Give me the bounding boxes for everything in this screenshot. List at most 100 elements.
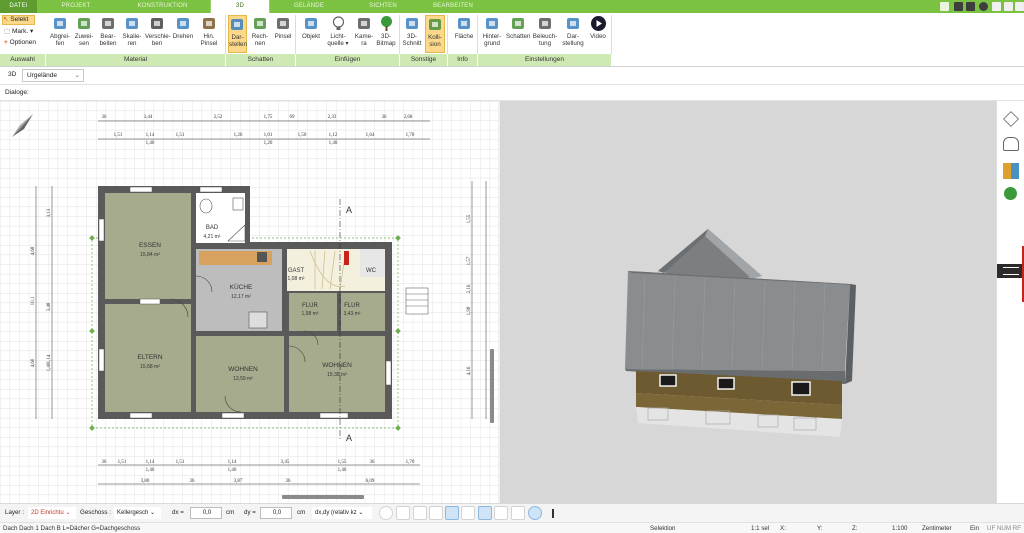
dimension-label: 1,20 <box>264 141 273 146</box>
geschoss-select[interactable]: Kellergesch ⌄ <box>114 507 161 519</box>
snap-icon[interactable] <box>429 506 443 520</box>
tab-3d[interactable]: 3D <box>210 0 270 13</box>
dy-value: 0,0 <box>272 510 282 516</box>
dimension-label: 36 <box>190 479 196 484</box>
tab-projekt[interactable]: PROJEKT <box>37 0 115 13</box>
close-icon[interactable] <box>1015 2 1024 11</box>
camera-button[interactable]: Kame- ra <box>354 15 374 53</box>
lightbulb-button[interactable]: Licht- quelle ▾ <box>325 15 351 53</box>
material-palette-icon[interactable] <box>1003 163 1019 179</box>
north-icon[interactable] <box>528 506 542 520</box>
horizontal-scrollbar[interactable] <box>282 495 364 499</box>
hamburger-icon <box>1003 267 1019 275</box>
collision-label: Kolli- sion <box>428 34 442 48</box>
save-icon[interactable] <box>954 2 963 11</box>
eyedropper-button[interactable]: Abgrei- fen <box>49 15 71 53</box>
mark-label: Mark. <box>11 28 29 35</box>
tab-konstruktion[interactable]: KONSTRUKTION <box>115 0 210 13</box>
rotate-button[interactable]: Drehen <box>172 15 194 53</box>
shadow-calc-button[interactable]: Rech- nen <box>250 15 270 53</box>
lightbulb-label: Licht- quelle ▾ <box>327 33 349 47</box>
panel-toggle-button[interactable] <box>997 264 1024 278</box>
display-button[interactable]: Dar- stellung <box>560 15 586 53</box>
lighting-icon <box>537 15 554 32</box>
room-area-gast: 1,08 m² <box>288 276 305 282</box>
terrain-select[interactable]: Urgelände ⌄ <box>22 69 84 82</box>
tree-button[interactable]: 3D- Bitmap <box>376 15 396 53</box>
object-button[interactable]: Objekt <box>300 15 322 53</box>
dimension-label: 1,51 <box>176 460 185 465</box>
room-area-kueche: 12,17 m² <box>231 294 251 300</box>
window-icon[interactable] <box>966 2 975 11</box>
collision-button[interactable]: Kolli- sion <box>425 15 445 53</box>
dx-input[interactable]: 0,0 <box>190 507 222 519</box>
status-unit: Zentimeter <box>922 525 952 532</box>
group-auswahl: Auswahl <box>0 54 46 66</box>
house-shadow-icon <box>510 15 527 32</box>
dimension-label: 3,80 <box>141 479 150 484</box>
dimension-label: 1,55 <box>467 214 472 223</box>
vertical-scrollbar[interactable] <box>490 349 494 423</box>
dimension-label: 4,16 <box>467 366 472 375</box>
layer-view-icon[interactable] <box>478 506 492 520</box>
background-button[interactable]: Hinter- grund <box>480 15 504 53</box>
shadow-show-icon <box>229 16 246 33</box>
measure-icon[interactable] <box>494 506 508 520</box>
edit-material-button[interactable]: Bear- beiten <box>97 15 119 53</box>
clock-icon[interactable] <box>379 506 393 520</box>
menu-tab-bar: DATEI PROJEKT KONSTRUKTION 3D GELÄNDE SI… <box>0 0 1024 13</box>
dimension-label: 36 <box>102 115 108 120</box>
dy-input[interactable]: 0,0 <box>260 507 292 519</box>
tab-datei[interactable]: DATEI <box>0 0 37 13</box>
display-icon <box>565 15 582 32</box>
tree-icon[interactable] <box>1004 187 1017 200</box>
dimension-label: 1,40 <box>338 468 347 473</box>
grid-icon[interactable] <box>511 506 525 520</box>
help-icon[interactable] <box>979 2 988 11</box>
monitor-icon[interactable] <box>396 506 410 520</box>
tools-icon[interactable] <box>940 2 949 11</box>
shadow-show-button[interactable]: Dar- stellen <box>228 15 247 53</box>
optionen-button[interactable]: + Optionen <box>4 39 36 46</box>
dimension-label: 3,13 <box>47 208 52 217</box>
layer-select[interactable]: 2D Einrichtu ⌄ <box>28 507 76 519</box>
layers-icon[interactable] <box>1003 111 1019 127</box>
floor-plan-view[interactable]: A A ESSEN 15,84 m² BAD 4,21 m² KÜCHE 12,… <box>0 101 498 503</box>
mark-button[interactable]: ⬚ Mark. ▾ <box>4 27 33 35</box>
section-label-top: A <box>346 205 352 215</box>
move-button[interactable]: Verschie- ben <box>145 15 171 53</box>
dimension-label: 36 <box>370 460 376 465</box>
coord-mode-select[interactable]: dx,dy (relativ kz ⌄ <box>312 507 372 519</box>
section-label: 3D- Schnitt <box>402 33 422 47</box>
minimize-icon[interactable] <box>992 2 1001 11</box>
shadow-brush-button[interactable]: Pinsel <box>272 15 294 53</box>
snap-angle-icon[interactable] <box>461 506 475 520</box>
selekt-button[interactable]: ↖ Selekt <box>2 15 35 25</box>
lighting-button[interactable]: Beleuch- tung <box>532 15 558 53</box>
paint-bucket-button[interactable]: Zuwei- sen <box>73 15 95 53</box>
view-bar: 3D Urgelände ⌄ <box>0 67 1024 85</box>
maximize-icon[interactable] <box>1004 2 1013 11</box>
dimension-label: 36 <box>382 115 388 120</box>
3d-house-model[interactable] <box>500 101 998 503</box>
property-bar: Layer : 2D Einrichtu ⌄ Geschoss : Keller… <box>0 503 1024 522</box>
group-info: Info <box>448 54 478 66</box>
3d-view[interactable] <box>498 101 996 503</box>
area-info-label: Fläche <box>454 33 474 40</box>
area-info-button[interactable]: Fläche <box>453 15 475 53</box>
tab-bearbeiten[interactable]: BEARBEITEN <box>418 0 488 13</box>
play-button[interactable]: Video <box>588 15 608 53</box>
snap-line-icon[interactable] <box>445 506 459 520</box>
dimension-label: 1,40 <box>329 141 338 146</box>
room-name-wohnen-2: WOHNEN <box>322 362 352 369</box>
tab-gelaende[interactable]: GELÄNDE <box>270 0 348 13</box>
house-shadow-button[interactable]: Schatten <box>506 15 530 53</box>
dimension-label: 1,40 <box>146 468 155 473</box>
tab-sichten[interactable]: SICHTEN <box>348 0 418 13</box>
floor-plan-canvas[interactable]: A A ESSEN 15,84 m² BAD 4,21 m² KÜCHE 12,… <box>0 101 498 503</box>
section-button[interactable]: 3D- Schnitt <box>402 15 422 53</box>
chair-icon[interactable] <box>1003 137 1019 151</box>
scale-button[interactable]: Skalie- ren <box>121 15 143 53</box>
brush-button[interactable]: Hin. Pinsel <box>197 15 221 53</box>
print-icon[interactable] <box>413 506 427 520</box>
